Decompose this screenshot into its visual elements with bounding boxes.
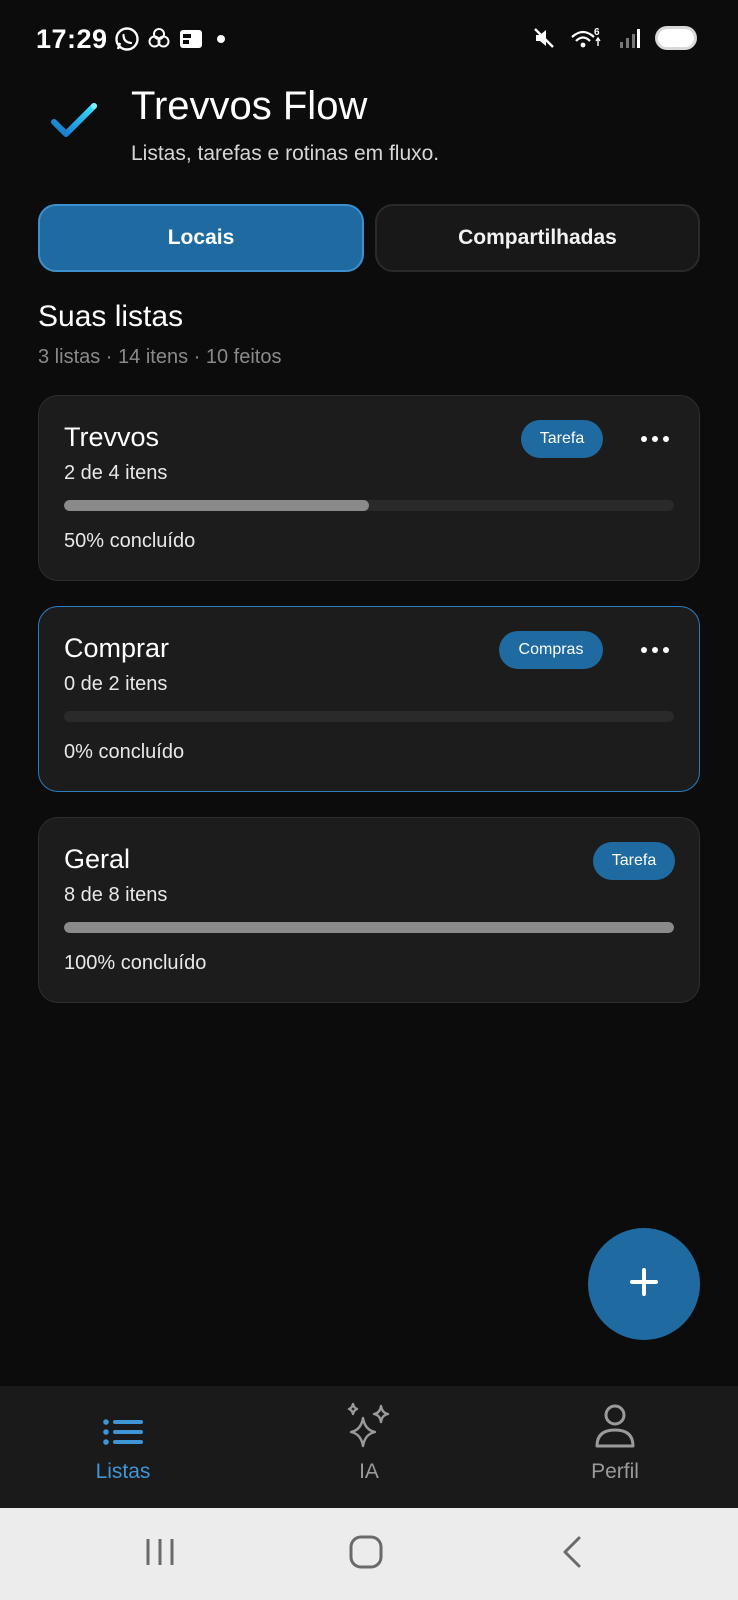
back-button[interactable] bbox=[512, 1508, 632, 1600]
nav-label: IA bbox=[359, 1460, 379, 1483]
add-list-button[interactable] bbox=[588, 1228, 700, 1340]
progress-bar bbox=[64, 922, 674, 933]
recents-icon bbox=[142, 1535, 178, 1574]
status-time: 17:29 bbox=[36, 24, 108, 54]
tab-compartilhadas[interactable]: Compartilhadas bbox=[375, 204, 700, 272]
progress-label: 0% concluído bbox=[64, 741, 185, 763]
mute-icon bbox=[532, 25, 556, 56]
more-dot-icon bbox=[652, 647, 658, 653]
more-dot-icon bbox=[641, 647, 647, 653]
list-type-badge: Compras bbox=[499, 631, 603, 669]
list-type-badge: Tarefa bbox=[521, 420, 603, 458]
nav-item-listas[interactable]: Listas bbox=[0, 1386, 246, 1508]
nav-item-ia[interactable]: IA bbox=[246, 1386, 492, 1508]
plus-icon bbox=[627, 1265, 661, 1304]
list-title: Comprar bbox=[64, 633, 170, 663]
news-icon bbox=[178, 26, 204, 52]
list-type-badge: Tarefa bbox=[593, 842, 675, 880]
back-icon bbox=[557, 1534, 587, 1575]
list-card-comprar[interactable]: Comprar 0 de 2 itens Compras 0% concluíd… bbox=[38, 606, 700, 792]
chatgpt-icon bbox=[146, 26, 172, 52]
progress-fill bbox=[64, 922, 674, 933]
system-icons: 6 bbox=[532, 24, 698, 57]
more-dot-icon bbox=[641, 436, 647, 442]
progress-label: 50% concluído bbox=[64, 530, 196, 552]
app-header: Trevvos Flow Listas, tarefas e rotinas e… bbox=[38, 84, 698, 174]
section-title: Suas listas bbox=[38, 300, 184, 333]
logo-check-icon bbox=[50, 98, 100, 144]
svg-text:6: 6 bbox=[594, 27, 600, 38]
system-navigation-bar bbox=[0, 1508, 738, 1600]
list-card-geral[interactable]: Geral 8 de 8 itens Tarefa 100% concluído bbox=[38, 817, 700, 1003]
sparkles-icon bbox=[343, 1400, 395, 1457]
notification-icons bbox=[114, 26, 228, 52]
list-scope-tabs: Locais Compartilhadas bbox=[38, 204, 700, 274]
whatsapp-icon bbox=[114, 26, 140, 52]
tab-locais[interactable]: Locais bbox=[38, 204, 364, 272]
section-summary: 3 listas · 14 itens · 10 feitos bbox=[38, 346, 282, 368]
list-card-trevvos[interactable]: Trevvos 2 de 4 itens Tarefa 50% concluíd… bbox=[38, 395, 700, 581]
list-item-count: 8 de 8 itens bbox=[64, 884, 168, 906]
battery-icon bbox=[654, 24, 698, 57]
more-dot-icon bbox=[663, 436, 669, 442]
recents-button[interactable] bbox=[100, 1508, 220, 1600]
progress-bar bbox=[64, 711, 674, 722]
progress-label: 100% concluído bbox=[64, 952, 207, 974]
user-icon bbox=[591, 1400, 639, 1457]
list-icon bbox=[101, 1414, 145, 1455]
list-item-count: 0 de 2 itens bbox=[64, 673, 168, 695]
wifi-icon: 6 bbox=[570, 25, 604, 56]
nav-item-perfil[interactable]: Perfil bbox=[492, 1386, 738, 1508]
more-dot-icon bbox=[652, 436, 658, 442]
more-options-button[interactable] bbox=[635, 637, 675, 663]
bottom-navigation: Listas IA Perfil bbox=[0, 1386, 738, 1508]
progress-bar bbox=[64, 500, 674, 511]
signal-icon bbox=[618, 25, 640, 56]
app-title: Trevvos Flow bbox=[131, 84, 368, 128]
home-icon bbox=[348, 1534, 384, 1575]
list-title: Trevvos bbox=[64, 422, 160, 452]
more-dot-icon bbox=[663, 647, 669, 653]
app-subtitle: Listas, tarefas e rotinas em fluxo. bbox=[131, 142, 440, 165]
nav-label: Perfil bbox=[591, 1460, 639, 1483]
progress-fill bbox=[64, 500, 369, 511]
more-options-button[interactable] bbox=[635, 426, 675, 452]
status-bar: 17:29 6 bbox=[0, 0, 738, 80]
list-title: Geral bbox=[64, 844, 131, 874]
home-button[interactable] bbox=[306, 1508, 426, 1600]
nav-label: Listas bbox=[95, 1460, 151, 1483]
dot-icon bbox=[210, 26, 228, 52]
list-item-count: 2 de 4 itens bbox=[64, 462, 168, 484]
